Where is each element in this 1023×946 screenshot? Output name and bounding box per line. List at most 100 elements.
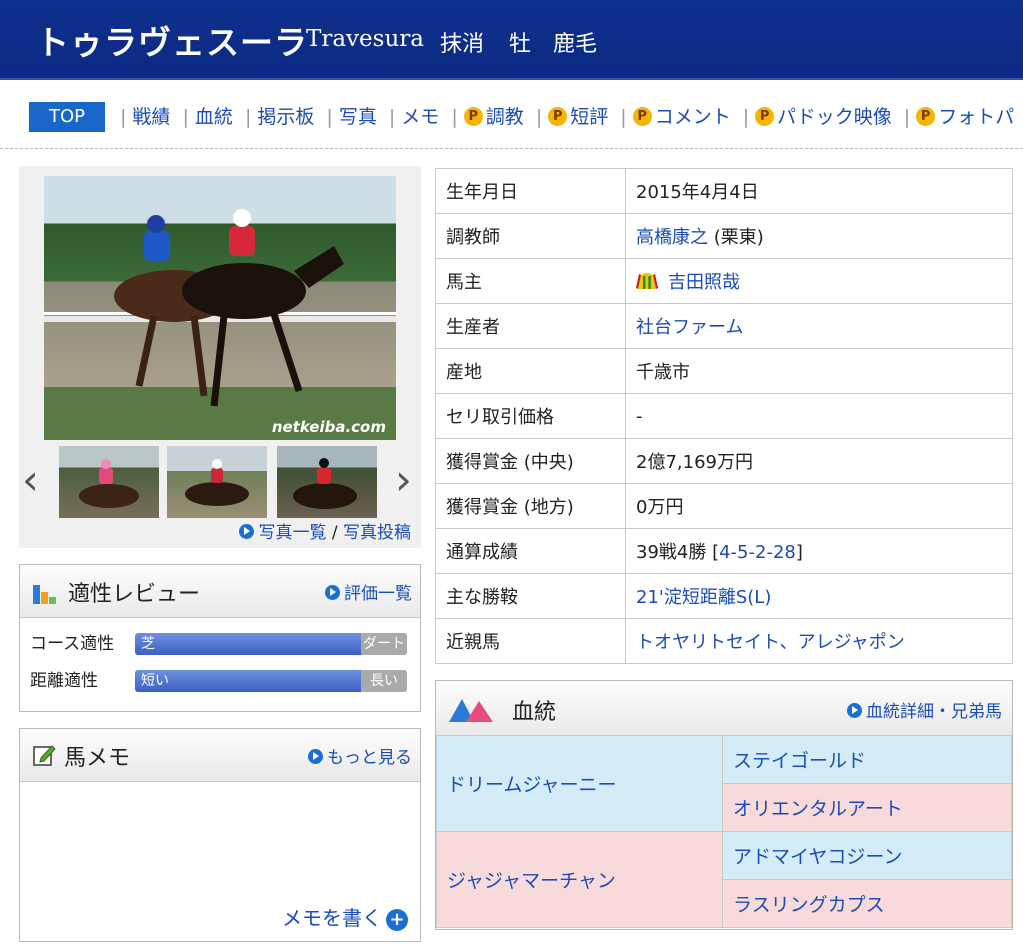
nav-separator: | — [388, 106, 396, 128]
thumbnail-illustration — [79, 459, 139, 508]
table-row: 獲得賞金 (中央) 2億7,169万円 — [435, 438, 1013, 484]
table-row: 調教師 高橋康之 (栗東) — [435, 213, 1013, 259]
tab-short-review[interactable]: P 短評 — [548, 106, 608, 128]
sire-cell[interactable]: ドリームジャーニー — [436, 735, 723, 832]
table-row: ジャジャマーチャン アドマイヤコジーン — [436, 831, 1012, 928]
distance-aptitude-bar: 短い 長い — [135, 670, 407, 692]
tab-label: 写真 — [338, 106, 377, 128]
table-row: 通算成績 39戦4勝 [4-5-2-28] — [435, 528, 1013, 574]
profile-label: 馬主 — [435, 258, 626, 304]
tab-label: 血統 — [194, 106, 233, 128]
profile-value: - — [625, 393, 1013, 439]
photo-post-link[interactable]: 写真投稿 — [343, 523, 411, 543]
profile-label: 近親馬 — [435, 618, 626, 664]
tab-label: フォトパ — [938, 106, 1015, 128]
thumbnail-illustration — [185, 459, 249, 506]
profile-value: 社台ファーム — [625, 303, 1013, 349]
bar-left-label: 芝 — [141, 636, 155, 652]
horse-coat-color: 鹿毛 — [553, 32, 598, 57]
rating-list-link[interactable]: 評価一覧 — [344, 584, 412, 604]
write-memo-button[interactable]: メモを書く + — [282, 902, 408, 931]
arrow-circle-icon — [239, 524, 255, 539]
sire-dam-cell[interactable]: オリエンタルアート — [722, 783, 1012, 832]
bar-right-label: 長い — [361, 670, 407, 692]
breeder-link[interactable]: 社台ファーム — [636, 317, 743, 338]
tab-paddock-video[interactable]: P パドック映像 — [755, 106, 892, 128]
tab-results[interactable]: 戦績 — [132, 106, 170, 128]
nav-separator: | — [535, 106, 543, 128]
table-row: セリ取引価格 - — [435, 393, 1013, 439]
horse-status: 抹消 — [440, 32, 485, 57]
photo-thumbnail[interactable] — [277, 446, 377, 518]
sire-sire-link[interactable]: ステイゴールド — [733, 750, 866, 772]
photo-list-link[interactable]: 写真一覧 — [258, 523, 326, 543]
tab-photo-paddock[interactable]: P フォトパ — [916, 106, 1014, 128]
tab-photos[interactable]: 写真 — [339, 106, 377, 128]
pedigree-detail-link-wrap: 血統詳細・兄弟馬 — [847, 697, 1002, 722]
aptitude-title: 適性レビュー — [68, 582, 201, 607]
sire-dam-link[interactable]: オリエンタルアート — [733, 798, 903, 820]
sire-sire-cell[interactable]: ステイゴールド — [722, 735, 1012, 784]
arrow-circle-icon — [847, 703, 862, 718]
bar-left-label: 短い — [141, 673, 169, 689]
horse-name-en: Travesura — [306, 26, 424, 52]
profile-label: 通算成績 — [435, 528, 626, 574]
course-aptitude-label: コース適性 — [30, 634, 115, 654]
profile-label: セリ取引価格 — [435, 393, 626, 439]
tab-comment[interactable]: P コメント — [632, 106, 731, 128]
memo-title: 馬メモ — [64, 746, 131, 771]
table-row: 産地 千歳市 — [435, 348, 1013, 394]
nav-separator: | — [451, 106, 458, 128]
premium-p-icon: P — [632, 106, 652, 126]
sire-link[interactable]: ドリームジャーニー — [447, 774, 616, 796]
nav-separator: | — [742, 106, 750, 128]
dam-dam-cell[interactable]: ラスリングカプス — [722, 879, 1012, 928]
memo-more-link-wrap: もっと見る — [308, 743, 412, 768]
photo-panel: netkeiba.com ‹ › 写真一覧 / 写真投稿 — [19, 166, 421, 548]
tab-memo[interactable]: メモ — [401, 106, 439, 128]
bar-chart-icon — [33, 585, 56, 604]
tab-bbs[interactable]: 掲示板 — [257, 106, 314, 128]
tab-label: 調教 — [485, 106, 524, 128]
pedigree-detail-link[interactable]: 血統詳細・兄弟馬 — [866, 702, 1002, 722]
record-breakdown-link[interactable]: 4-5-2-28 — [719, 542, 796, 563]
dam-cell[interactable]: ジャジャマーチャン — [436, 831, 723, 928]
aptitude-review-panel: 適性レビュー 評価一覧 コース適性 芝 ダート 距離適性 短い 長い — [19, 564, 421, 712]
premium-p-icon: P — [463, 106, 483, 126]
rating-list-link-wrap: 評価一覧 — [325, 579, 412, 604]
relatives-link[interactable]: トオヤリトセイト、アレジャポン — [636, 632, 905, 653]
memo-more-link[interactable]: もっと見る — [327, 748, 412, 768]
race-photo-illustration — [44, 209, 396, 407]
main-win-link[interactable]: 21'淀短距離S(L) — [636, 587, 771, 608]
owner-link[interactable]: 吉田照哉 — [668, 272, 740, 293]
dam-sire-cell[interactable]: アドマイヤコジーン — [722, 831, 1012, 880]
trainer-link[interactable]: 高橋康之 — [636, 227, 708, 248]
record-text: 39戦4勝 [ — [636, 542, 720, 563]
nav-separator: | — [326, 106, 333, 128]
dam-sire-link[interactable]: アドマイヤコジーン — [733, 846, 902, 868]
dam-link[interactable]: ジャジャマーチャン — [447, 870, 616, 892]
owner-silks-icon — [636, 273, 658, 289]
table-row: 生産者 社台ファーム — [435, 303, 1013, 349]
horse-header: トゥラヴェスーラ Travesura 抹消 牡 鹿毛 — [0, 0, 1023, 80]
premium-p-icon: P — [916, 106, 936, 126]
chevron-right-icon[interactable]: › — [395, 459, 412, 501]
tab-training[interactable]: P 調教 — [463, 106, 524, 128]
chevron-left-icon[interactable]: ‹ — [22, 459, 39, 501]
course-aptitude-bar: 芝 ダート — [135, 633, 407, 655]
tab-label: 掲示板 — [257, 106, 315, 128]
photo-thumbnail[interactable] — [59, 446, 159, 518]
nav-items: | 戦績 | 血統 | 掲示板 | 写真 | メモ | P 調教 | P 短評 | P コメント | P… — [114, 100, 1014, 134]
profile-label: 調教師 — [435, 213, 626, 259]
pedigree-table: ドリームジャーニー ステイゴールド オリエンタルアート ジャジャマーチャン アド… — [436, 735, 1012, 928]
dam-dam-link[interactable]: ラスリングカプス — [733, 894, 885, 916]
nav-divider — [0, 148, 1023, 149]
tab-pedigree[interactable]: 血統 — [195, 106, 233, 128]
tab-top[interactable]: TOP — [29, 102, 105, 132]
photo-thumbnail[interactable] — [167, 446, 267, 518]
arrow-circle-icon — [308, 749, 323, 764]
profile-label: 産地 — [435, 348, 626, 394]
tab-label: メモ — [401, 106, 440, 128]
main-race-photo[interactable]: netkeiba.com — [44, 176, 396, 440]
profile-label: 主な勝鞍 — [435, 573, 626, 619]
